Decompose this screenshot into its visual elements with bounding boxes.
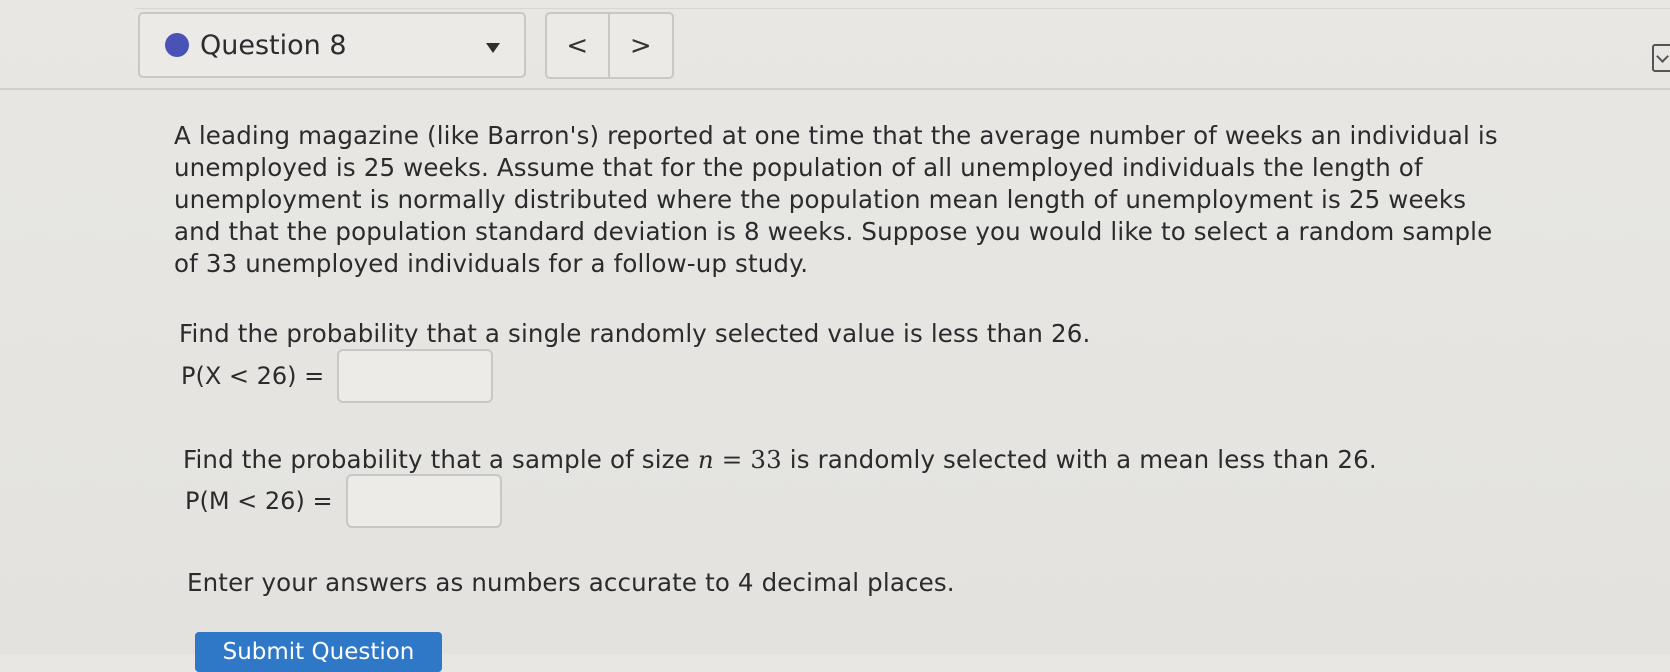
next-question-button[interactable]: > — [610, 14, 673, 77]
question-navigation: < > — [545, 12, 674, 79]
part2-prompt-start: Find the probability that a sample of si… — [183, 445, 698, 474]
answer-instructions: Enter your answers as numbers accurate t… — [187, 568, 955, 597]
top-divider — [135, 8, 1670, 9]
question-label: Question 8 — [200, 29, 347, 61]
header-divider — [0, 88, 1670, 90]
part2-prompt-end: is randomly selected with a mean less th… — [781, 445, 1377, 474]
math-sample-size: 33 — [750, 445, 782, 474]
part1-answer-row: P(X < 26) = — [181, 349, 494, 403]
math-equals: = — [713, 445, 751, 474]
part2-prompt: Find the probability that a sample of si… — [183, 445, 1377, 474]
part1-answer-label: P(X < 26) = — [181, 362, 325, 390]
part1-prompt: Find the probability that a single rando… — [179, 319, 1091, 348]
expand-icon[interactable] — [1652, 44, 1670, 72]
math-variable-n: n — [697, 445, 714, 474]
submit-question-button[interactable]: Submit Question — [195, 632, 442, 672]
problem-text: A leading magazine (like Barron's) repor… — [174, 121, 1498, 278]
question-selector[interactable]: Question 8 — [138, 12, 526, 78]
part1-answer-input[interactable] — [337, 349, 494, 403]
part2-answer-row: P(M < 26) = — [185, 474, 502, 528]
problem-statement: A leading magazine (like Barron's) repor… — [174, 120, 1514, 280]
previous-question-button[interactable]: < — [547, 14, 610, 77]
caret-down-icon[interactable] — [486, 43, 500, 53]
part2-answer-label: P(M < 26) = — [185, 487, 333, 515]
question-status-dot — [165, 33, 189, 57]
part2-answer-input[interactable] — [345, 474, 502, 528]
